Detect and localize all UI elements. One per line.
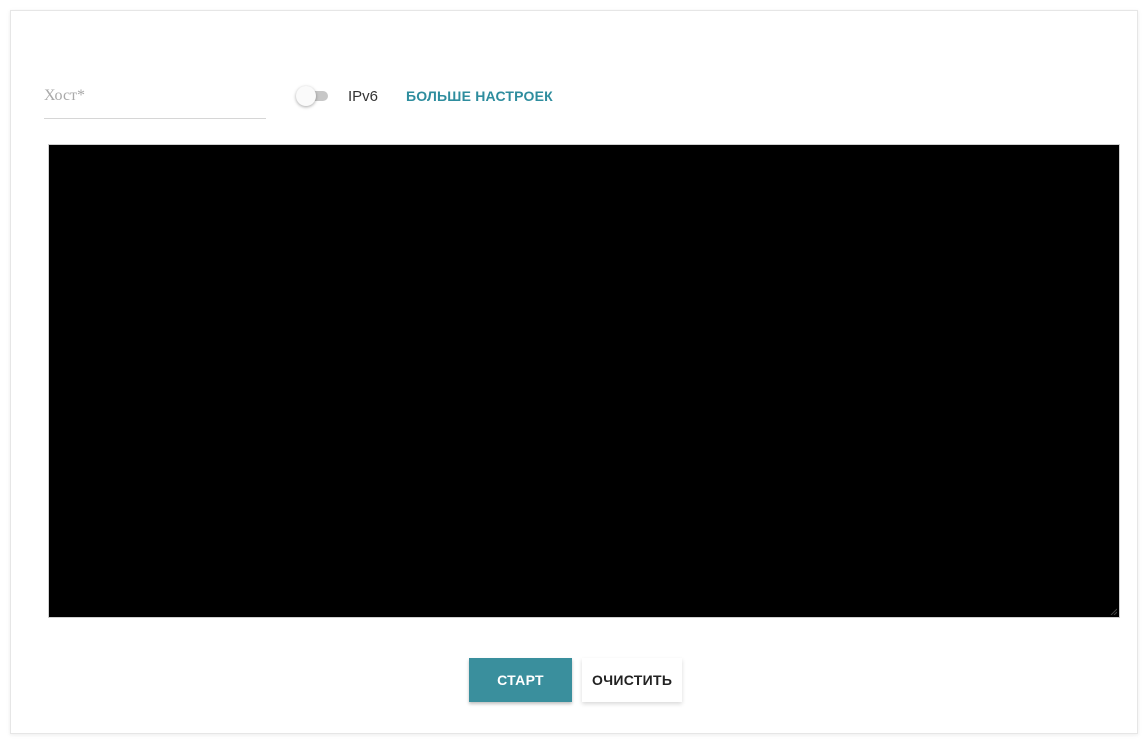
more-settings-link[interactable]: БОЛЬШЕ НАСТРОЕК (406, 88, 553, 104)
ipv6-label: IPv6 (348, 87, 379, 105)
ipv6-toggle-knob (296, 86, 316, 106)
start-button[interactable]: СТАРТ (469, 658, 572, 702)
resize-grip-icon[interactable] (1109, 607, 1117, 615)
ipv6-toggle[interactable] (296, 86, 330, 106)
host-field[interactable] (44, 73, 266, 119)
console-output[interactable] (48, 144, 1120, 618)
clear-button[interactable]: ОЧИСТИТЬ (582, 658, 683, 702)
toolbar: IPv6 БОЛЬШЕ НАСТРОЕК (44, 71, 553, 121)
action-bar: СТАРТ ОЧИСТИТЬ (469, 658, 683, 702)
host-input[interactable] (44, 87, 266, 105)
tool-panel: IPv6 БОЛЬШЕ НАСТРОЕК СТАРТ ОЧИСТИТЬ (10, 10, 1138, 734)
